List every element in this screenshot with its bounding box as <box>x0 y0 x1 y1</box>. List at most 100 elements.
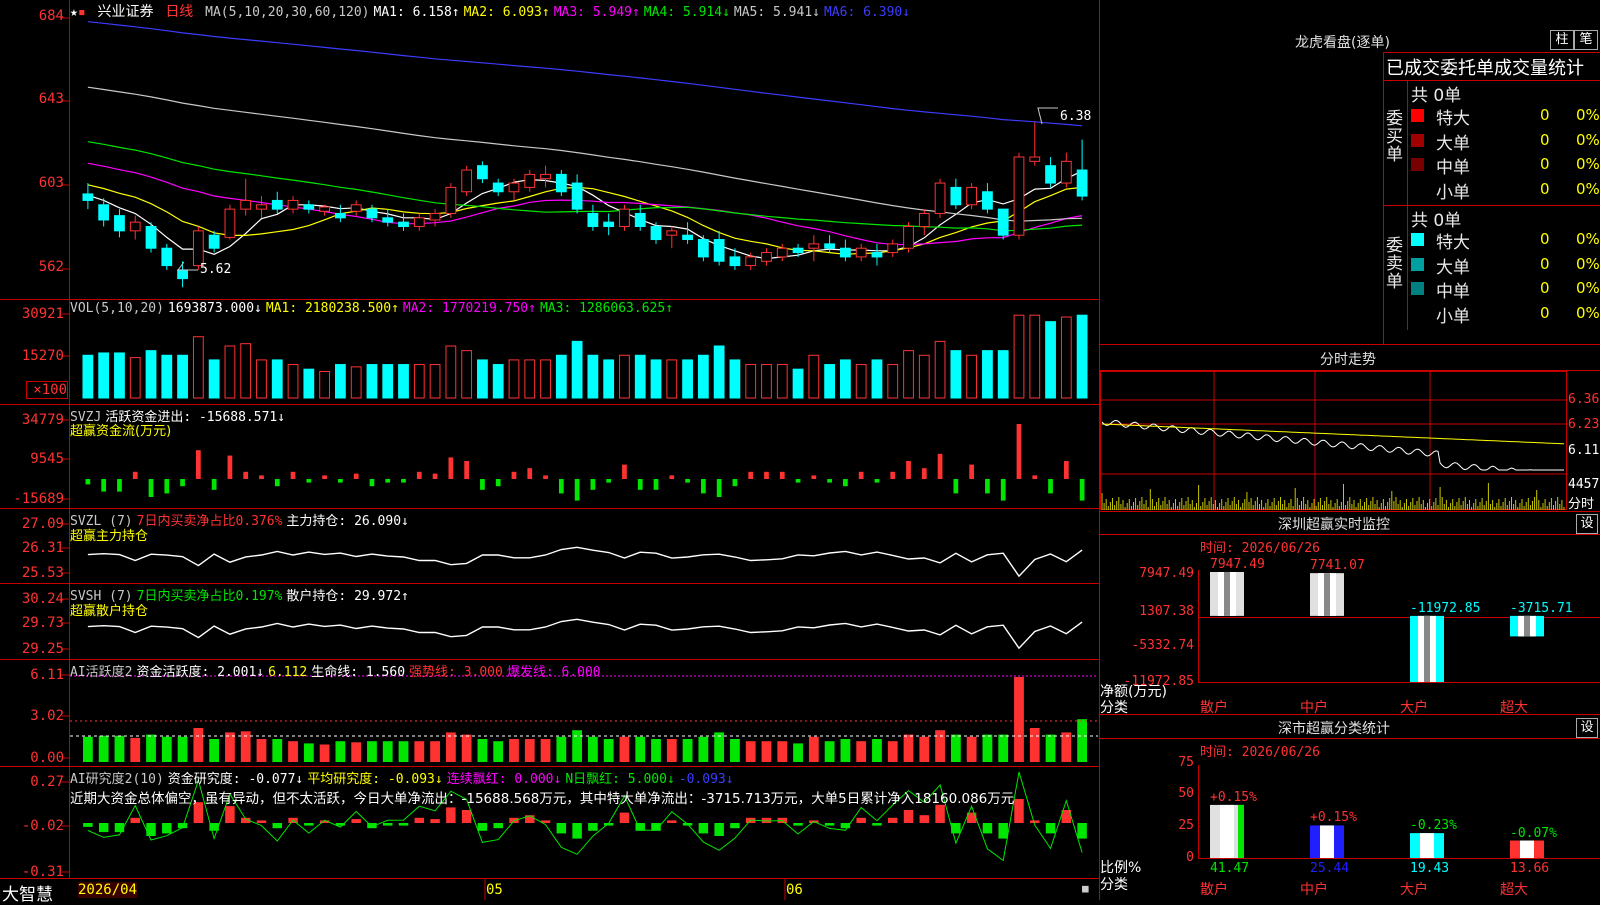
candle-body[interactable] <box>650 226 662 241</box>
candle-body[interactable] <box>555 173 567 193</box>
candle-body[interactable] <box>903 226 914 249</box>
candle-body[interactable] <box>966 186 978 206</box>
period-label[interactable]: 日线 <box>165 4 193 20</box>
air-axis-label-3: -0.31 <box>21 864 64 880</box>
star-icon[interactable]: ★ <box>70 5 78 20</box>
research-bar <box>430 819 440 823</box>
candle-body[interactable] <box>776 247 788 258</box>
candle-body[interactable] <box>603 221 615 227</box>
candle-body[interactable] <box>571 182 583 210</box>
activity-bar <box>1029 728 1040 762</box>
candle-body[interactable] <box>303 204 315 210</box>
candle-body[interactable] <box>145 226 157 249</box>
candle-body[interactable] <box>477 165 488 180</box>
candle-body[interactable] <box>177 269 188 280</box>
candle-body[interactable] <box>208 234 220 249</box>
candle-body[interactable] <box>792 247 804 254</box>
candle-body[interactable] <box>697 239 709 258</box>
candle-body[interactable] <box>1076 169 1088 197</box>
ma-legend-item-1: MA1: 6.158↑ <box>373 5 460 20</box>
candle-body[interactable] <box>713 239 725 262</box>
activity-bar <box>1061 732 1072 762</box>
candle-body[interactable] <box>634 212 646 227</box>
volume-bar <box>555 354 567 399</box>
candle-body[interactable] <box>761 252 772 262</box>
candle-body[interactable] <box>871 252 883 258</box>
candle-body[interactable] <box>129 221 141 232</box>
sz-settings-button[interactable]: 设 <box>1576 514 1598 534</box>
candle-body[interactable] <box>540 173 551 180</box>
candle-body[interactable] <box>492 182 504 193</box>
candle-body[interactable] <box>619 208 630 227</box>
candle-body[interactable] <box>350 204 362 212</box>
candle-body[interactable] <box>461 169 473 193</box>
candle-body[interactable] <box>366 208 378 219</box>
candle-body[interactable] <box>839 247 851 258</box>
volume-bar <box>666 359 678 399</box>
candle-body[interactable] <box>887 243 899 254</box>
fund-flow-bar <box>858 471 864 479</box>
candle-body[interactable] <box>98 204 110 221</box>
candle-body[interactable] <box>319 206 331 212</box>
candle-body[interactable] <box>382 217 394 223</box>
candle-body[interactable] <box>445 186 457 214</box>
research-bar <box>414 817 425 823</box>
activity-bar <box>666 739 677 762</box>
volume-bar <box>745 364 757 399</box>
candle-body[interactable] <box>240 199 252 210</box>
candle-body[interactable] <box>934 182 946 214</box>
cls-settings-button[interactable]: 设 <box>1576 718 1598 738</box>
candle-body[interactable] <box>224 208 236 238</box>
sell-row-count: 0 <box>1540 254 1550 273</box>
fund-flow-bar <box>448 457 454 479</box>
candle-body[interactable] <box>429 212 441 221</box>
candle-body[interactable] <box>729 256 741 267</box>
air-legend-item-3: 连续飘红: 0.000↓ <box>446 772 562 787</box>
candle-body[interactable] <box>256 204 267 210</box>
activity-bar <box>808 736 819 762</box>
candle-body[interactable] <box>114 215 125 232</box>
candle-body[interactable] <box>82 193 94 201</box>
candle-body[interactable] <box>997 208 1009 236</box>
sell-row-swatch <box>1411 233 1424 246</box>
retail-holding-line <box>87 618 1083 650</box>
lock-icon[interactable]: ■ <box>1082 882 1089 895</box>
candle-body[interactable] <box>192 230 204 267</box>
candle-body[interactable] <box>334 212 346 219</box>
activity-bar <box>351 742 362 762</box>
candle-body[interactable] <box>587 212 599 227</box>
intraday-vol-label: 44572 <box>1568 477 1600 492</box>
bar-mode-button[interactable]: 柱 <box>1550 30 1574 50</box>
candle-body[interactable] <box>524 173 536 188</box>
candle-body[interactable] <box>413 217 425 227</box>
kline-chart-area[interactable]: 684 643 603 562 30921 15270 ×100 34779 9… <box>0 0 1100 905</box>
candle-body[interactable] <box>508 182 520 193</box>
candle-body[interactable] <box>666 230 678 236</box>
candle-body[interactable] <box>745 256 757 267</box>
volume-bar <box>650 359 662 399</box>
candle-body[interactable] <box>682 234 693 241</box>
chart-canvas[interactable] <box>0 0 1100 900</box>
candle-body[interactable] <box>1045 165 1056 184</box>
activity-bar <box>540 739 551 762</box>
candle-body[interactable] <box>824 243 836 249</box>
candle-body[interactable] <box>161 247 173 267</box>
candle-body[interactable] <box>1029 156 1041 162</box>
stats-title: 已成交委托单成交量统计 <box>1386 58 1584 79</box>
candle-body[interactable] <box>855 247 867 258</box>
candle-body[interactable] <box>950 186 962 206</box>
candle-body[interactable] <box>271 199 283 210</box>
volume-bar <box>776 364 788 399</box>
candle-body[interactable] <box>808 243 820 249</box>
pen-mode-button[interactable]: 笔 <box>1574 30 1598 50</box>
candle-body[interactable] <box>918 212 930 227</box>
candle-body[interactable] <box>287 199 299 210</box>
candle-body[interactable] <box>1060 160 1072 184</box>
stock-name[interactable]: 兴业证券 <box>97 4 153 20</box>
buy-row-count: 0 <box>1540 130 1550 149</box>
candle-body[interactable] <box>1013 156 1025 236</box>
candle-body[interactable] <box>398 221 409 227</box>
research-bar <box>619 812 630 823</box>
candle-body[interactable] <box>982 191 993 210</box>
volume-bar <box>824 364 836 399</box>
